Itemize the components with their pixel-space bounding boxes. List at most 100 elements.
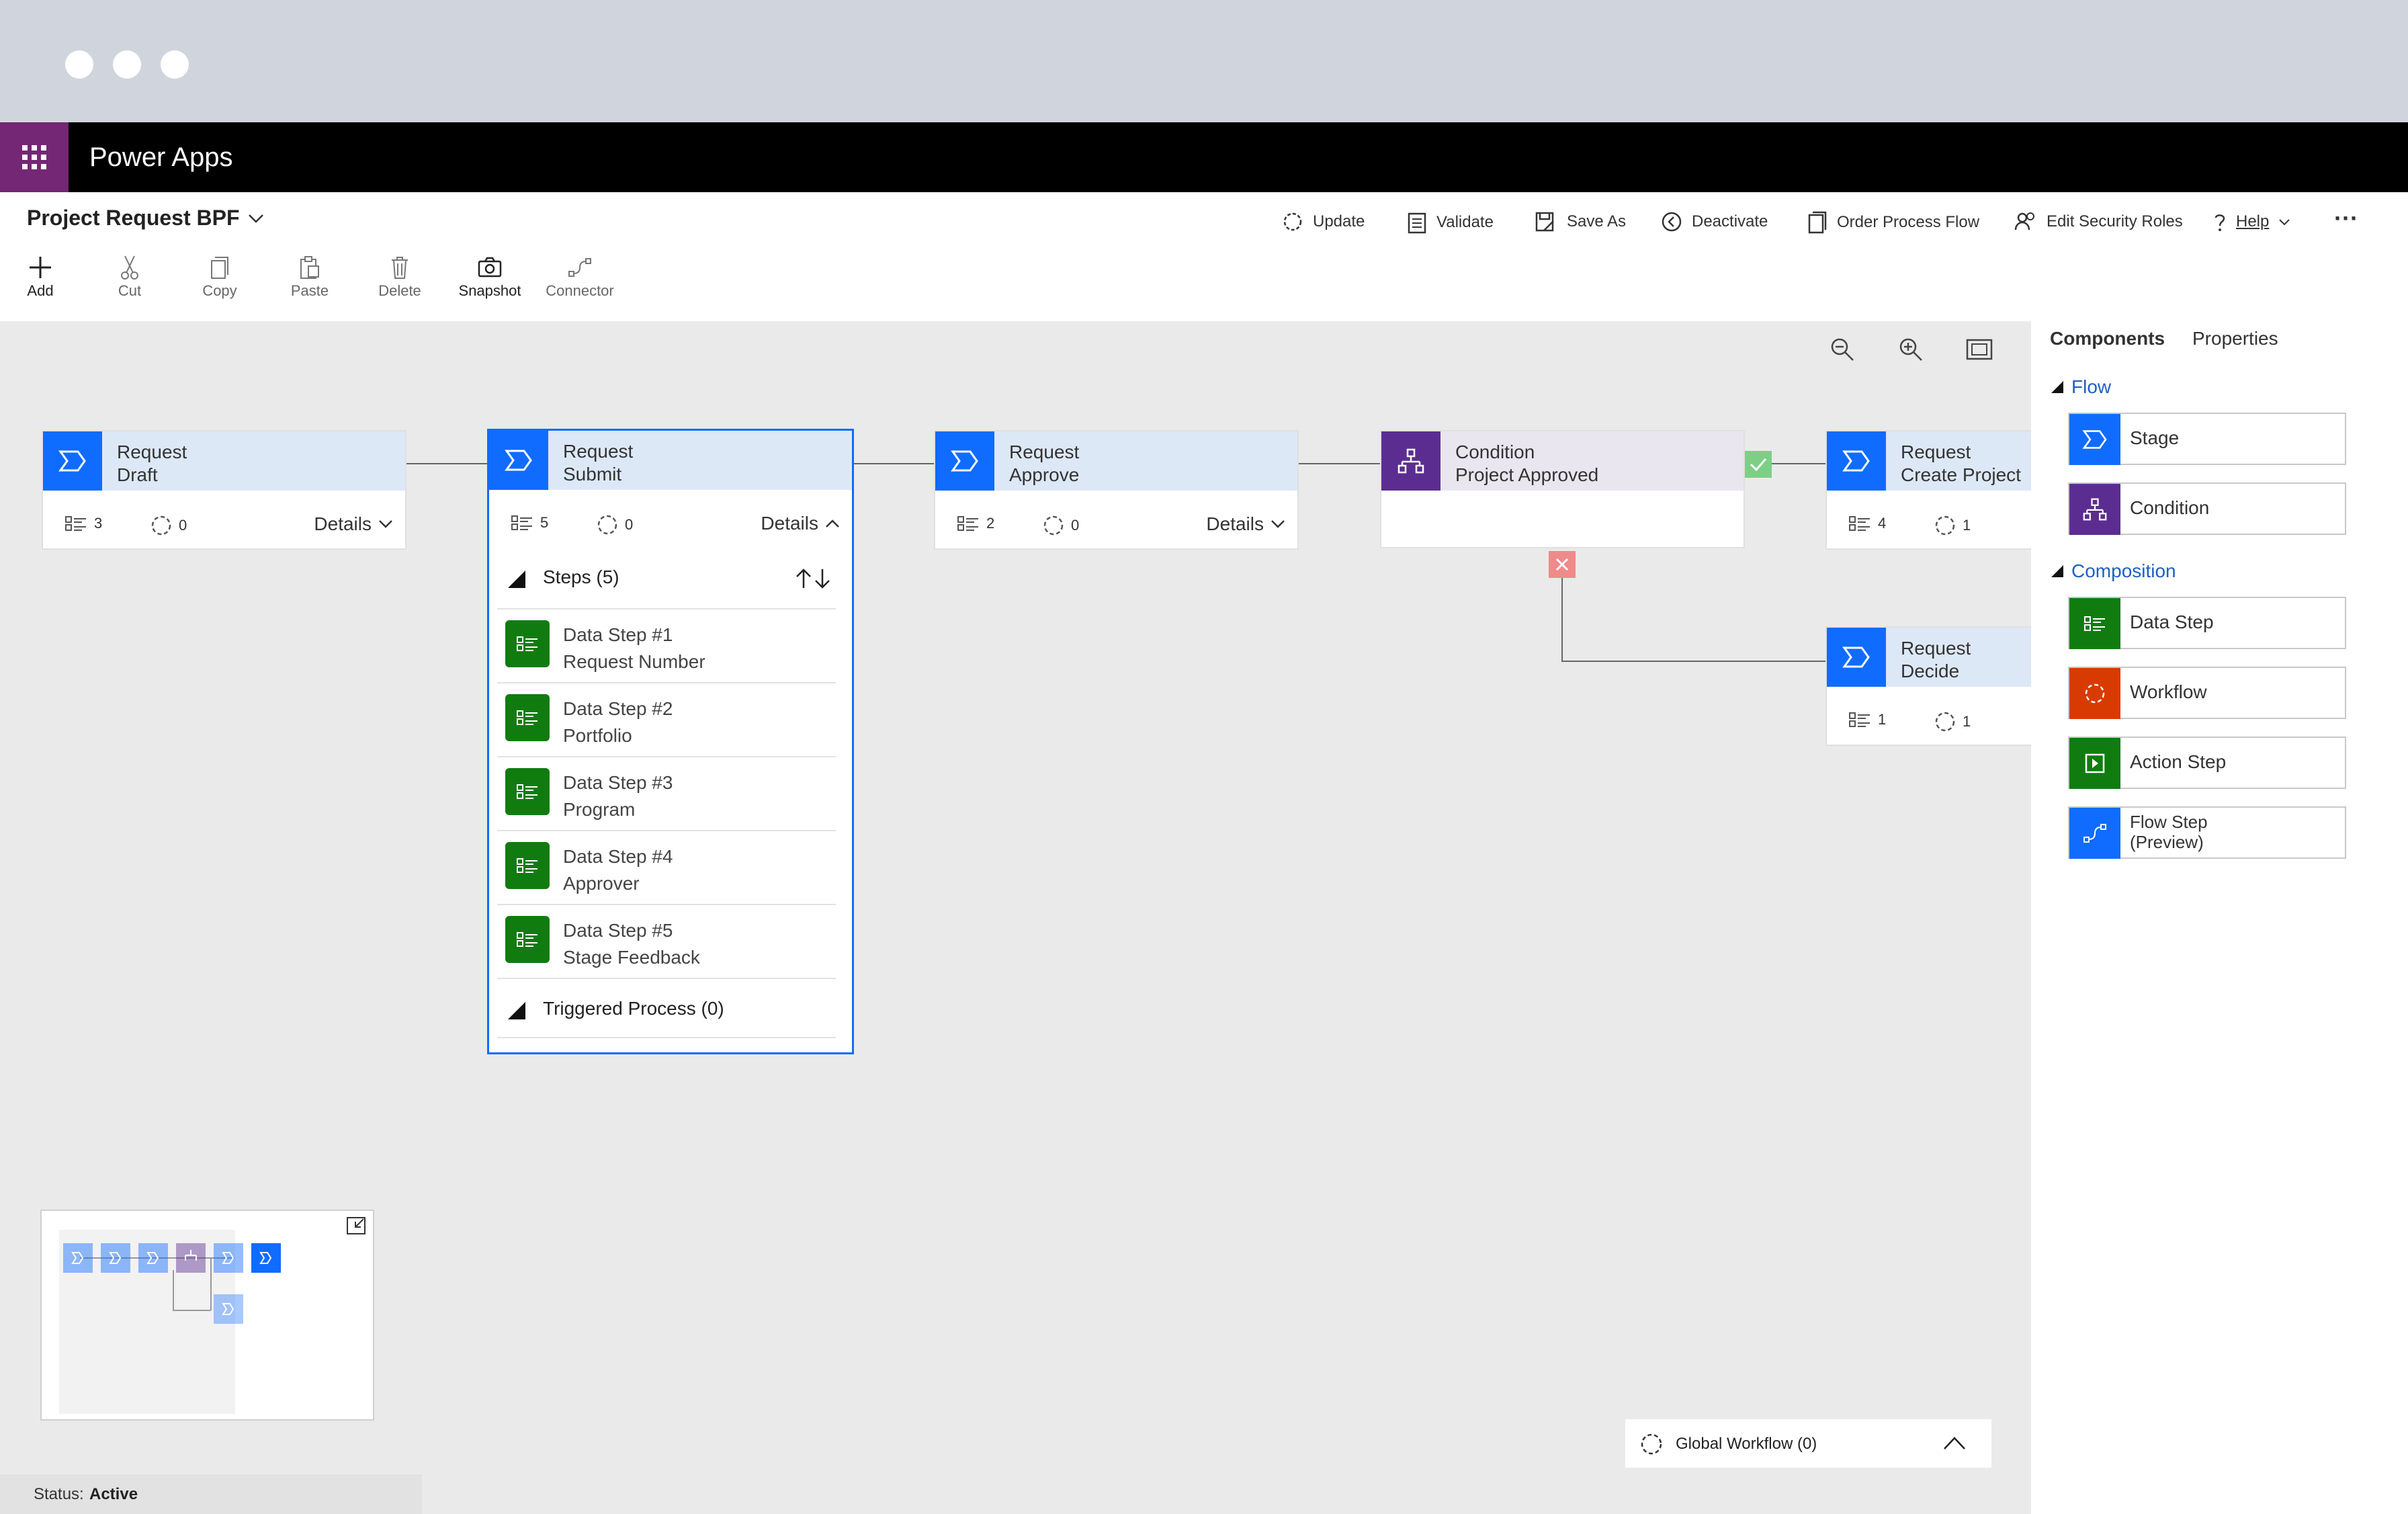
chevron-down-icon — [1271, 520, 1285, 528]
status-value: Active — [89, 1485, 138, 1503]
cut-button[interactable]: Cut — [93, 253, 167, 300]
paste-icon — [300, 256, 319, 279]
copy-button[interactable]: Copy — [183, 253, 257, 300]
data-step-item[interactable]: Data Step #1 Request Number — [505, 609, 836, 682]
deactivate-icon — [1662, 212, 1682, 232]
fit-to-screen-icon[interactable] — [1966, 337, 1993, 362]
chevron-down-icon — [248, 214, 263, 223]
scissors-icon — [121, 255, 138, 280]
global-workflow-label: Global Workflow (0) — [1676, 1435, 1817, 1453]
step-field: Request Number — [563, 651, 705, 672]
workflows-count: 0 — [150, 515, 187, 536]
tab-properties[interactable]: Properties — [2192, 328, 2278, 349]
composition-section-header[interactable]: Composition — [2050, 560, 2176, 582]
workflow-icon — [1935, 712, 1955, 732]
connector-line — [1298, 463, 1380, 464]
data-step-item[interactable]: Data Step #3 Program — [505, 757, 836, 830]
collapse-triangle-icon — [2051, 381, 2063, 393]
sort-arrows-icon[interactable] — [794, 568, 832, 589]
stage-icon — [43, 431, 102, 491]
stage-category: Request — [1901, 638, 1971, 659]
stage-icon — [1827, 628, 1886, 687]
save-as-icon — [1535, 212, 1554, 232]
zoom-in-icon[interactable] — [1897, 336, 1924, 363]
stage-category: Request — [117, 441, 187, 462]
stage-name: Approve — [1009, 464, 1080, 485]
condition-no-marker[interactable] — [1549, 551, 1576, 578]
steps-section-header[interactable]: Steps (5) — [505, 565, 836, 592]
condition-icon — [1381, 431, 1440, 491]
component-flow-step[interactable]: Flow Step (Preview) — [2068, 806, 2346, 859]
stage-icon — [1827, 431, 1886, 491]
deactivate-button[interactable]: Deactivate — [1661, 211, 1768, 233]
stage-icon — [489, 431, 548, 490]
stage-request-decide[interactable]: Request Decide 1 1 — [1825, 626, 2031, 746]
data-step-icon — [505, 842, 550, 889]
stage-request-draft[interactable]: Request Draft 3 0 Details — [42, 430, 406, 550]
condition-yes-marker[interactable] — [1745, 451, 1772, 478]
component-data-step[interactable]: Data Step — [2068, 597, 2346, 649]
update-button[interactable]: Update — [1282, 211, 1365, 233]
condition-name: Project Approved — [1455, 464, 1599, 485]
more-options-button[interactable]: ··· — [2334, 204, 2358, 233]
chevron-up-icon[interactable] — [1943, 1435, 1966, 1450]
trash-icon — [392, 257, 408, 279]
app-name: Power Apps — [89, 142, 233, 172]
app-launcher-button[interactable] — [0, 122, 69, 192]
global-workflow-bar[interactable]: Global Workflow (0) — [1625, 1419, 1991, 1468]
process-title-dropdown[interactable]: Project Request BPF — [27, 206, 264, 230]
steps-count: 1 — [1848, 711, 1886, 728]
details-toggle[interactable]: Details — [1206, 513, 1285, 535]
window-close-dot[interactable] — [65, 50, 93, 79]
zoom-out-icon[interactable] — [1829, 336, 1856, 363]
stage-request-create-project[interactable]: Request Create Project 4 1 — [1825, 430, 2031, 550]
window-maximize-dot[interactable] — [161, 50, 189, 79]
edit-security-roles-button[interactable]: Edit Security Roles — [2014, 211, 2183, 233]
components-panel: Components Properties Flow Stage Conditi… — [2031, 321, 2408, 1514]
stage-request-approve[interactable]: Request Approve 2 0 Details — [934, 430, 1299, 550]
workflow-icon — [597, 515, 617, 535]
tab-components[interactable]: Components — [2050, 328, 2165, 349]
condition-project-approved[interactable]: Condition Project Approved — [1380, 430, 1745, 548]
data-step-icon — [505, 768, 550, 815]
help-button[interactable]: Help — [2213, 211, 2290, 233]
stage-category: Request — [563, 441, 634, 462]
stage-name: Submit — [563, 464, 622, 485]
add-button[interactable]: Add — [3, 253, 77, 300]
step-field: Program — [563, 799, 636, 820]
delete-button[interactable]: Delete — [363, 253, 437, 300]
command-area: Project Request BPF Update Validate Save… — [0, 192, 2408, 321]
data-step-item[interactable]: Data Step #4 Approver — [505, 831, 836, 904]
condition-header: Condition Project Approved — [1381, 431, 1744, 491]
details-toggle[interactable]: Details — [761, 513, 840, 534]
minimize-minimap-icon[interactable] — [346, 1216, 366, 1235]
save-as-button[interactable]: Save As — [1535, 211, 1626, 233]
triggered-process-header[interactable]: Triggered Process (0) — [505, 997, 836, 1023]
data-step-item[interactable]: Data Step #5 Stage Feedback — [505, 905, 836, 978]
connector-button[interactable]: Connector — [543, 253, 617, 300]
component-action-step[interactable]: Action Step — [2068, 737, 2346, 789]
stage-category: Request — [1901, 441, 1971, 462]
window-minimize-dot[interactable] — [113, 50, 141, 79]
stage-header: Request Decide — [1827, 628, 2031, 687]
details-toggle[interactable]: Details — [314, 513, 393, 535]
minimap[interactable] — [40, 1210, 374, 1421]
validate-button[interactable]: Validate — [1407, 211, 1494, 234]
order-process-flow-button[interactable]: Order Process Flow — [1807, 211, 1979, 234]
flow-section-header[interactable]: Flow — [2050, 376, 2111, 398]
data-step-icon — [505, 620, 550, 667]
workflow-icon — [1641, 1433, 1662, 1455]
component-condition[interactable]: Condition — [2068, 482, 2346, 535]
workflows-count: 0 — [597, 514, 633, 536]
snapshot-button[interactable]: Snapshot — [453, 253, 527, 300]
workflow-icon — [151, 515, 171, 536]
people-icon — [2014, 212, 2034, 230]
paste-button[interactable]: Paste — [273, 253, 347, 300]
stage-request-submit[interactable]: Request Submit 5 0 Details Steps (5) Data… — [487, 429, 854, 1054]
divider — [497, 978, 836, 979]
component-workflow[interactable]: Workflow — [2068, 667, 2346, 719]
collapse-triangle-icon — [508, 571, 525, 588]
data-step-icon — [505, 916, 550, 963]
component-stage[interactable]: Stage — [2068, 413, 2346, 465]
data-step-item[interactable]: Data Step #2 Portfolio — [505, 683, 836, 756]
